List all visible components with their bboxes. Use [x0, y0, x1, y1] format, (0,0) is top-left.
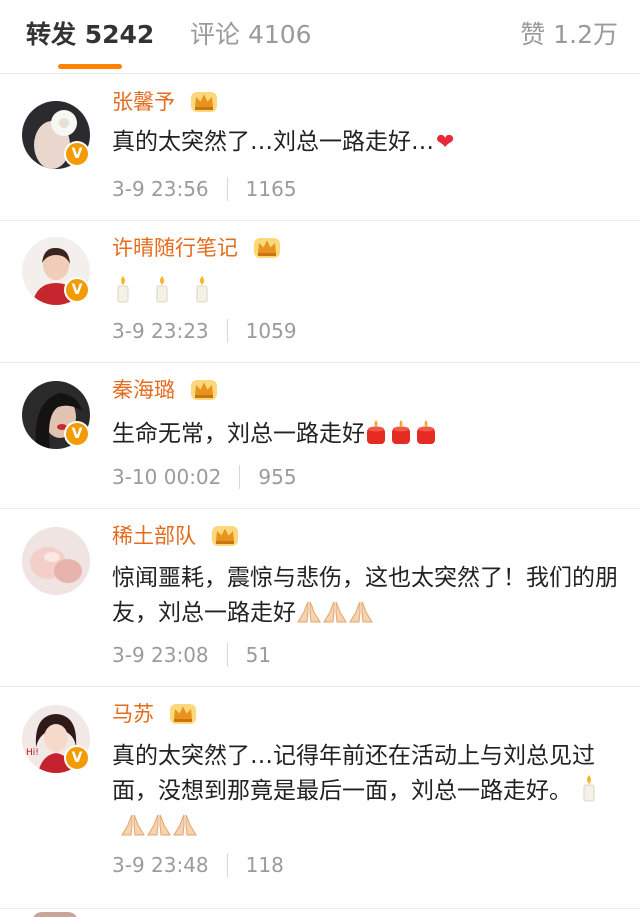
- crown-icon: [190, 380, 217, 400]
- candle-icon: [117, 276, 129, 303]
- tab-likes-label: 赞: [520, 20, 546, 49]
- verified-badge-icon: V: [64, 421, 90, 447]
- comment-like-count[interactable]: 955: [258, 465, 296, 489]
- comment-text: 真的太突然了…记得年前还在活动上与刘总见过面，没想到那竟是最后一面，刘总一路走好…: [112, 739, 624, 844]
- comment-time: 3-9 23:56: [112, 177, 209, 201]
- comment-like-count[interactable]: 118: [246, 853, 284, 877]
- crown-icon: [190, 92, 217, 112]
- verified-badge-icon: V: [64, 277, 90, 303]
- tab-comments[interactable]: 评论 4106: [190, 18, 312, 52]
- crown-icon: [169, 704, 196, 724]
- username[interactable]: 稀土部队: [112, 521, 239, 551]
- folded-hands-icon: [297, 601, 321, 623]
- crown-icon: [211, 526, 238, 546]
- comment-meta: 3-9 23:08 51: [112, 641, 271, 669]
- comment-item: V 秦海璐 生命无常，刘总一路走好 3-10 00:02 955: [0, 363, 640, 509]
- username[interactable]: 马苏: [112, 699, 197, 729]
- comment-text: 生命无常，刘总一路走好: [112, 417, 624, 452]
- tab-likes[interactable]: 赞 1.2万: [520, 18, 618, 52]
- active-tab-indicator: [58, 64, 122, 69]
- username[interactable]: 许晴随行笔记: [112, 233, 281, 263]
- divider: [226, 643, 228, 667]
- comment-like-count[interactable]: 1165: [246, 177, 297, 201]
- comment-meta: 3-9 23:48 118: [112, 851, 284, 879]
- red-candle-icon: [417, 420, 435, 444]
- verified-badge-icon: V: [64, 141, 90, 167]
- comment-meta: 3-9 23:56 1165: [112, 175, 297, 203]
- folded-hands-icon: [173, 814, 197, 836]
- folded-hands-icon: [147, 814, 171, 836]
- comment-like-count[interactable]: 51: [246, 643, 271, 667]
- folded-hands-icon: [349, 601, 373, 623]
- folded-hands-icon: [323, 601, 347, 623]
- avatar[interactable]: [22, 527, 90, 595]
- red-candle-icon: [367, 420, 385, 444]
- tab-reposts[interactable]: 转发 5242: [26, 18, 154, 52]
- username[interactable]: 张馨予: [112, 87, 218, 117]
- comment-item: V 张馨予 真的太突然了…刘总一路走好…❤ 3-9 23:56 1165: [0, 75, 640, 221]
- crown-icon: [253, 238, 280, 258]
- tab-reposts-label: 转发: [26, 20, 77, 49]
- divider: [226, 177, 228, 201]
- comment-meta: 3-9 23:23 1059: [112, 317, 297, 345]
- comment-time: 3-9 23:48: [112, 853, 209, 877]
- comment-meta: 3-10 00:02 955: [112, 463, 297, 491]
- comment-item: V 许晴随行笔记 3-9 23:23 1059: [0, 221, 640, 363]
- divider: [226, 853, 228, 877]
- red-candle-icon: [392, 420, 410, 444]
- tab-likes-count: 1.2万: [553, 20, 618, 49]
- verified-badge-icon: V: [64, 745, 90, 771]
- candle-icon: [583, 775, 595, 802]
- comment-tabs: 转发 5242 评论 4106 赞 1.2万: [0, 0, 640, 74]
- tab-comments-count: 4106: [247, 20, 312, 49]
- folded-hands-icon: [121, 814, 145, 836]
- username[interactable]: 秦海璐: [112, 375, 218, 405]
- svg-text:Hi!: Hi!: [26, 748, 39, 758]
- comment-time: 3-9 23:08: [112, 643, 209, 667]
- heart-emoji-icon: ❤: [436, 130, 455, 155]
- comment-text: 惊闻噩耗，震惊与悲伤，这也太突然了！我们的朋友，刘总一路走好: [112, 565, 618, 626]
- tab-comments-label: 评论: [190, 20, 241, 49]
- comment-item: Hi! V 马苏 真的太突然了…记得年前还在活动上与刘总见过面，没想到那竟是最后…: [0, 687, 640, 909]
- comment-like-count[interactable]: 1059: [246, 319, 297, 343]
- next-comment-avatar: [32, 912, 78, 917]
- comment-text: 真的太突然了…刘总一路走好…❤: [112, 125, 624, 160]
- divider: [226, 319, 228, 343]
- tab-reposts-count: 5242: [84, 20, 155, 49]
- candle-icon: [196, 276, 208, 303]
- comment-time: 3-9 23:23: [112, 319, 209, 343]
- candle-icon: [156, 276, 168, 303]
- divider: [239, 465, 241, 489]
- comment-item: 稀土部队 惊闻噩耗，震惊与悲伤，这也太突然了！我们的朋友，刘总一路走好 3-9 …: [0, 509, 640, 687]
- comment-text: [112, 275, 624, 310]
- comment-time: 3-10 00:02: [112, 465, 222, 489]
